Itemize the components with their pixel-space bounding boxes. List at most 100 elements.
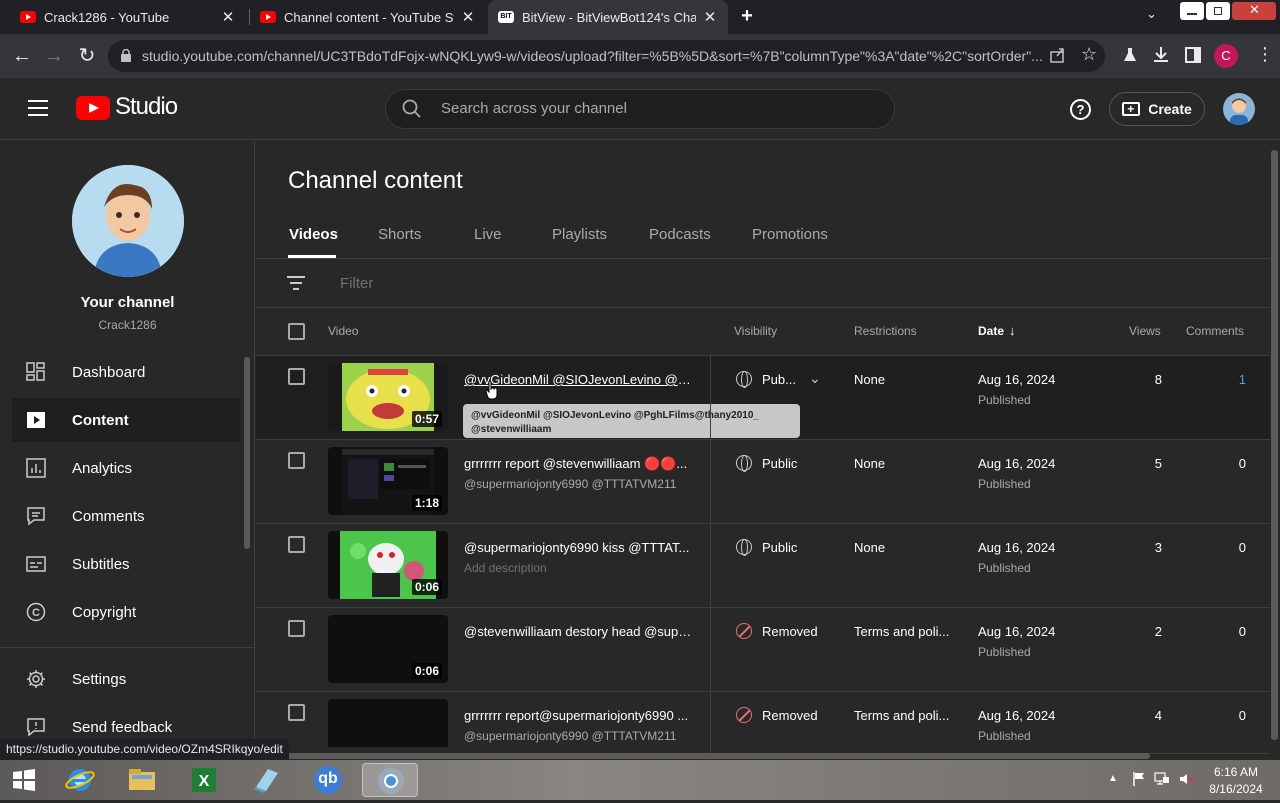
video-thumbnail[interactable]: 1:18 bbox=[328, 447, 448, 515]
column-header-date[interactable]: Date bbox=[978, 324, 1004, 338]
column-header-comments[interactable]: Comments bbox=[1186, 324, 1244, 338]
bookmark-star-icon[interactable]: ☆ bbox=[1081, 44, 1097, 65]
notepad-icon[interactable] bbox=[248, 763, 284, 797]
visibility-value[interactable]: Removed bbox=[762, 708, 818, 723]
sidebar-item-label: Analytics bbox=[72, 459, 133, 477]
video-duration: 1:18 bbox=[411, 495, 442, 511]
restrictions-value[interactable]: Terms and poli... bbox=[854, 708, 949, 723]
file-explorer-icon[interactable] bbox=[124, 763, 160, 797]
select-all-checkbox[interactable] bbox=[288, 323, 305, 340]
column-header-restrictions[interactable]: Restrictions bbox=[854, 324, 917, 338]
close-tab-icon[interactable]: ✕ bbox=[220, 8, 236, 26]
row-checkbox[interactable] bbox=[288, 452, 305, 469]
main-scrollbar-thumb[interactable] bbox=[1271, 150, 1278, 740]
search-input[interactable]: Search across your channel bbox=[441, 100, 627, 117]
visibility-value[interactable]: Removed bbox=[762, 624, 818, 639]
visibility-value[interactable]: Pub... bbox=[762, 372, 796, 387]
create-button[interactable]: + Create bbox=[1109, 92, 1205, 126]
minimize-button[interactable] bbox=[1180, 2, 1204, 20]
add-description-link[interactable]: Add description bbox=[464, 561, 696, 575]
video-thumbnail[interactable]: 0:06 bbox=[328, 531, 448, 599]
network-icon[interactable] bbox=[1154, 771, 1170, 787]
chevron-down-icon[interactable]: ⌄ bbox=[809, 370, 821, 387]
youtube-logo-icon[interactable] bbox=[76, 96, 110, 120]
video-thumbnail[interactable]: 0:57 bbox=[328, 363, 448, 431]
tab-live[interactable]: Live bbox=[474, 226, 502, 243]
profile-avatar[interactable]: C bbox=[1214, 44, 1238, 68]
browser-tab-studio[interactable]: Channel content - YouTube Studi ✕ bbox=[250, 0, 486, 34]
filter-icon[interactable] bbox=[287, 276, 305, 290]
clock-date[interactable]: 8/16/2024 bbox=[1200, 782, 1272, 796]
tab-search-chevron-icon[interactable]: ⌄ bbox=[1146, 6, 1162, 22]
browser-menu-icon[interactable]: ⋮ bbox=[1256, 44, 1274, 65]
video-thumbnail[interactable]: 0:06 bbox=[328, 615, 448, 683]
account-avatar[interactable] bbox=[1223, 93, 1255, 125]
close-tab-icon[interactable]: ✕ bbox=[702, 8, 718, 26]
hamburger-menu-icon[interactable] bbox=[28, 100, 48, 116]
restore-button[interactable] bbox=[1206, 2, 1230, 20]
horizontal-scrollbar[interactable] bbox=[256, 753, 1150, 759]
sidebar-item-analytics[interactable]: Analytics bbox=[12, 446, 240, 490]
column-header-video: Video bbox=[328, 324, 359, 338]
row-checkbox[interactable] bbox=[288, 704, 305, 721]
sidebar-item-settings[interactable]: Settings bbox=[12, 657, 240, 701]
sidebar-item-subtitles[interactable]: Subtitles bbox=[12, 542, 240, 586]
qbittorrent-icon[interactable]: qb bbox=[310, 763, 346, 797]
action-center-flag-icon[interactable] bbox=[1131, 771, 1147, 787]
video-title-link[interactable]: @supermariojonty6990 kiss @TTTAT... bbox=[464, 540, 696, 555]
comments-count-link[interactable]: 1 bbox=[1200, 372, 1246, 387]
reload-icon[interactable]: ↻ bbox=[75, 44, 99, 68]
tab-playlists[interactable]: Playlists bbox=[552, 226, 607, 243]
tab-podcasts[interactable]: Podcasts bbox=[649, 226, 711, 243]
sidebar-item-copyright[interactable]: C Copyright bbox=[12, 590, 240, 634]
bitview-favicon-icon: BIT bbox=[498, 11, 514, 23]
show-hidden-icons-arrow-icon[interactable]: ▲ bbox=[1108, 773, 1118, 784]
extension-flask-icon[interactable] bbox=[1121, 46, 1139, 64]
date-value: Aug 16, 2024 bbox=[978, 708, 1056, 723]
row-checkbox[interactable] bbox=[288, 368, 305, 385]
sidebar-item-dashboard[interactable]: Dashboard bbox=[12, 350, 240, 394]
share-icon[interactable] bbox=[1049, 46, 1067, 64]
sidebar-item-comments[interactable]: Comments bbox=[12, 494, 240, 538]
channel-avatar[interactable] bbox=[72, 165, 184, 277]
video-thumbnail[interactable] bbox=[328, 699, 448, 747]
visibility-value[interactable]: Public bbox=[762, 540, 797, 555]
side-panel-icon[interactable] bbox=[1185, 47, 1201, 63]
tab-title: Crack1286 - YouTube bbox=[44, 9, 170, 25]
restrictions-value[interactable]: Terms and poli... bbox=[854, 624, 949, 639]
filter-input[interactable]: Filter bbox=[340, 275, 373, 292]
visibility-value[interactable]: Public bbox=[762, 456, 797, 471]
forward-arrow-icon[interactable]: → bbox=[42, 44, 66, 68]
studio-logo-text[interactable]: Studio bbox=[115, 93, 178, 121]
close-window-button[interactable]: ✕ bbox=[1232, 2, 1276, 20]
video-title-link[interactable]: grrrrrrr report @stevenwilliaam 🔴🔴... bbox=[464, 456, 696, 472]
row-checkbox[interactable] bbox=[288, 620, 305, 637]
excel-icon[interactable]: X bbox=[186, 763, 222, 797]
volume-muted-icon[interactable] bbox=[1178, 771, 1194, 787]
sidebar-scrollbar[interactable] bbox=[244, 357, 250, 549]
browser-tab-youtube[interactable]: Crack1286 - YouTube ✕ bbox=[10, 0, 246, 34]
back-arrow-icon[interactable]: ← bbox=[10, 44, 34, 68]
internet-explorer-icon[interactable] bbox=[62, 763, 98, 797]
clock-time[interactable]: 6:16 AM bbox=[1200, 765, 1272, 779]
chrome-icon[interactable] bbox=[362, 763, 418, 797]
tab-promotions[interactable]: Promotions bbox=[752, 226, 828, 243]
browser-tab-bitview[interactable]: BIT BitView - BitViewBot124's Chann ✕ bbox=[488, 0, 728, 34]
column-header-visibility[interactable]: Visibility bbox=[734, 324, 777, 338]
tab-shorts[interactable]: Shorts bbox=[378, 226, 421, 243]
date-value: Aug 16, 2024 bbox=[978, 624, 1056, 639]
close-tab-icon[interactable]: ✕ bbox=[460, 8, 476, 26]
views-count: 2 bbox=[1154, 624, 1162, 639]
new-tab-button[interactable]: + bbox=[735, 6, 759, 28]
download-icon[interactable] bbox=[1152, 45, 1170, 63]
column-header-views[interactable]: Views bbox=[1129, 324, 1161, 338]
video-title-link[interactable]: grrrrrrr report@supermariojonty6990 ... bbox=[464, 708, 696, 723]
sort-down-arrow-icon[interactable]: ↓ bbox=[1009, 323, 1016, 338]
windows-start-icon[interactable] bbox=[6, 763, 42, 797]
help-icon[interactable]: ? bbox=[1070, 99, 1091, 120]
lock-icon[interactable] bbox=[121, 48, 131, 62]
tab-videos[interactable]: Videos bbox=[289, 226, 338, 243]
row-checkbox[interactable] bbox=[288, 536, 305, 553]
video-title-link[interactable]: @stevenwilliaam destory head @supe... bbox=[464, 624, 696, 639]
sidebar-item-content[interactable]: Content bbox=[12, 398, 240, 442]
